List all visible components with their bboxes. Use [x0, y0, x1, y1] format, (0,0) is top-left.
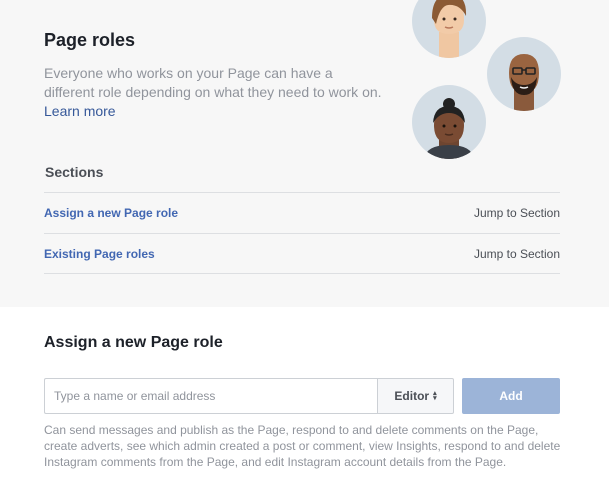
description-text: Everyone who works on your Page can have…: [44, 65, 382, 100]
jump-to-section-link[interactable]: Jump to Section: [474, 247, 560, 261]
page-title: Page roles: [44, 30, 136, 50]
person-illustration-1-icon: [412, 0, 486, 58]
role-select-value: Editor: [394, 389, 430, 403]
person-illustration-2-icon: [487, 37, 561, 111]
section-row-assign: Assign a new Page role Jump to Section: [44, 192, 560, 233]
jump-to-section-link[interactable]: Jump to Section: [474, 206, 560, 220]
section-link-existing[interactable]: Existing Page roles: [44, 247, 155, 261]
section-link-assign[interactable]: Assign a new Page role: [44, 206, 178, 220]
caret-updown-icon: ▴ ▾: [433, 390, 437, 402]
person-illustration-3-icon: [412, 85, 486, 159]
sections-heading: Sections: [45, 164, 104, 180]
section-row-existing: Existing Page roles Jump to Section: [44, 233, 560, 274]
name-or-email-input[interactable]: [44, 378, 378, 414]
people-illustration: [400, 0, 580, 170]
role-help-text: Can send messages and publish as the Pag…: [44, 423, 561, 469]
add-button[interactable]: Add: [462, 378, 560, 414]
page-roles-description: Everyone who works on your Page can have…: [44, 64, 384, 121]
assign-role-heading: Assign a new Page role: [44, 334, 223, 351]
role-select[interactable]: Editor ▴ ▾: [377, 378, 454, 414]
learn-more-link[interactable]: Learn more: [44, 103, 116, 119]
page-roles-header-panel: Page roles Everyone who works on your Pa…: [0, 0, 609, 307]
